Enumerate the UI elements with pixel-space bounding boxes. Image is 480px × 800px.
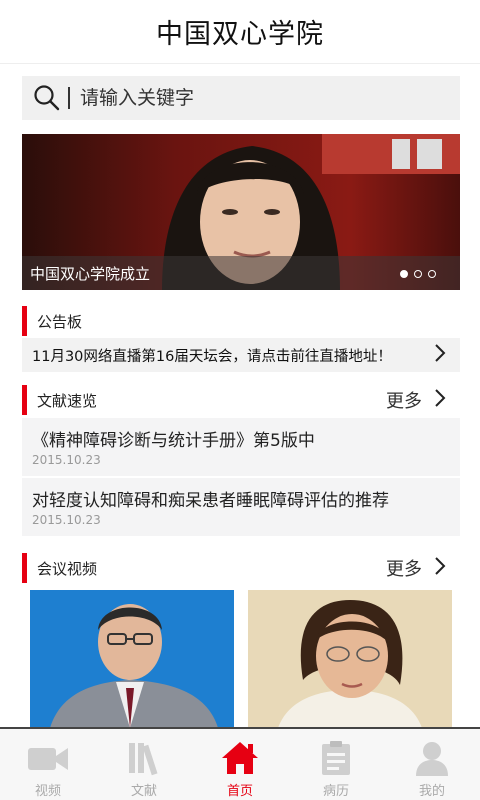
carousel-indicator[interactable] [400, 270, 436, 278]
notice-text: 11月30网络直播第16届天坛会，请点击前往直播地址！ [32, 348, 392, 365]
tab-label: 病历 [322, 784, 349, 799]
tab-records[interactable]: 病历 [288, 729, 384, 800]
tab-label: 文献 [130, 784, 157, 799]
books-icon [126, 739, 162, 777]
video-thumbnail-image [30, 590, 234, 728]
tab-home[interactable]: 首页 [192, 729, 288, 800]
tab-profile[interactable]: 我的 [384, 729, 480, 800]
literature-item[interactable]: 对轻度认知障碍和痴呆患者睡眠障碍评估的推荐 2015.10.23 [22, 478, 460, 536]
video-section-header: 会议视频 更多 [22, 552, 460, 584]
more-label: 更多 [386, 559, 422, 580]
carousel-dot[interactable] [414, 270, 422, 278]
literature-section-title: 文献速览 [37, 391, 98, 410]
literature-more-button[interactable]: 更多 [386, 387, 446, 413]
video-camera-icon [26, 739, 70, 777]
carousel-dot[interactable] [428, 270, 436, 278]
section-accent-bar [22, 385, 27, 415]
more-label: 更多 [386, 391, 422, 412]
tab-video[interactable]: 视频 [0, 729, 96, 800]
tab-label: 我的 [418, 784, 445, 799]
bottom-tab-bar: 视频 文献 首页 病历 我的 [0, 727, 480, 800]
app-header: 中国双心学院 [0, 0, 480, 64]
notice-section-header: 公告板 [22, 305, 460, 337]
literature-item[interactable]: 《精神障碍诊断与统计手册》第5版中 2015.10.23 [22, 418, 460, 476]
page-title: 中国双心学院 [156, 19, 324, 50]
tab-label: 视频 [34, 784, 61, 799]
search-input[interactable] [80, 87, 420, 109]
section-accent-bar [22, 306, 27, 336]
search-bar[interactable] [22, 76, 460, 120]
literature-title: 《精神障碍诊断与统计手册》第5版中 [32, 431, 315, 451]
video-more-button[interactable]: 更多 [386, 555, 446, 581]
video-thumbnail[interactable] [30, 590, 234, 728]
tab-literature[interactable]: 文献 [96, 729, 192, 800]
literature-section-header: 文献速览 更多 [22, 384, 460, 416]
notice-item[interactable]: 11月30网络直播第16届天坛会，请点击前往直播地址！ [22, 338, 460, 372]
tab-label: 首页 [226, 784, 253, 799]
video-thumbnail-image [248, 590, 452, 728]
search-icon[interactable] [32, 83, 62, 113]
literature-date: 2015.10.23 [32, 453, 101, 467]
section-accent-bar [22, 553, 27, 583]
banner-carousel[interactable]: 中国双心学院成立 [22, 134, 460, 290]
chevron-right-icon [434, 388, 446, 413]
video-section-title: 会议视频 [37, 559, 98, 578]
search-divider [68, 87, 70, 109]
home-icon [220, 739, 260, 777]
video-thumbnail[interactable] [248, 590, 452, 728]
literature-date: 2015.10.23 [32, 513, 101, 527]
chevron-right-icon [434, 556, 446, 581]
literature-title: 对轻度认知障碍和痴呆患者睡眠障碍评估的推荐 [32, 491, 389, 511]
banner-caption: 中国双心学院成立 [30, 264, 151, 283]
clipboard-icon [320, 739, 352, 777]
notice-section-title: 公告板 [37, 312, 83, 331]
banner-caption-bar: 中国双心学院成立 [22, 256, 460, 290]
carousel-dot[interactable] [400, 270, 408, 278]
chevron-right-icon [434, 343, 446, 367]
person-icon [414, 739, 450, 777]
